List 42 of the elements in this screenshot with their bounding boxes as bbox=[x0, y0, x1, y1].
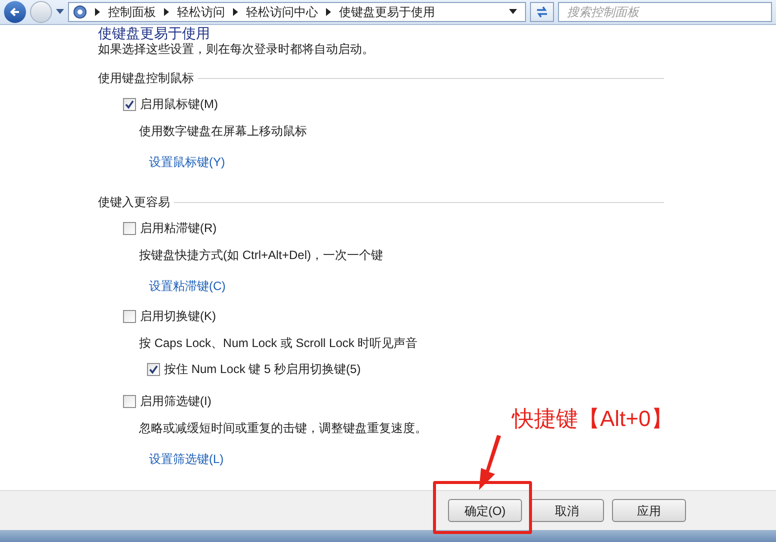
checkbox[interactable] bbox=[123, 98, 136, 110]
refresh-arrows-icon bbox=[535, 6, 549, 18]
search-field[interactable]: 搜索控制面板 bbox=[558, 2, 772, 22]
checkbox-label[interactable]: 启用粘滞键(R) bbox=[140, 219, 217, 237]
checkmark-icon bbox=[149, 364, 158, 374]
checkbox[interactable] bbox=[123, 222, 136, 234]
dropdown-icon[interactable] bbox=[509, 9, 517, 15]
section-heading: 使键入更容易 bbox=[98, 194, 170, 211]
breadcrumb[interactable]: 使键盘更易于使用 bbox=[339, 3, 435, 21]
chevron-icon[interactable] bbox=[233, 8, 238, 16]
checkbox-label[interactable]: 启用鼠标键(M) bbox=[140, 95, 218, 113]
option-description: 按 Caps Lock、Num Lock 或 Scroll Lock 时听见声音 bbox=[138, 335, 418, 352]
section-heading: 使用键盘控制鼠标 bbox=[98, 70, 194, 87]
checkbox[interactable] bbox=[147, 362, 160, 376]
dialog-button[interactable]: 取消 bbox=[530, 499, 604, 522]
checkmark-icon bbox=[125, 100, 134, 108]
address-field[interactable]: 控制面板 轻松访问 轻松访问中心 使键盘更易于使用 bbox=[68, 2, 526, 22]
breadcrumb[interactable]: 轻松访问 bbox=[177, 3, 225, 21]
chevron-icon[interactable] bbox=[95, 8, 100, 16]
refresh-button[interactable] bbox=[530, 2, 554, 22]
dialog-button[interactable]: 应用 bbox=[612, 499, 686, 522]
back-button[interactable] bbox=[4, 1, 26, 23]
checkbox-label[interactable]: 按住 Num Lock 键 5 秒启用切换键(5) bbox=[164, 360, 361, 378]
back-arrow-icon bbox=[9, 6, 21, 18]
checkbox[interactable] bbox=[123, 394, 136, 408]
page-title: 使键盘更易于使用 bbox=[98, 25, 210, 42]
option-description: 忽略或减缓短时间或重复的击键，调整键盘重复速度。 bbox=[138, 420, 427, 437]
option-description: 按键盘快捷方式(如 Ctrl+Alt+Del)，一次一个键 bbox=[138, 247, 384, 264]
settings-link[interactable]: 设置鼠标键(Y) bbox=[123, 153, 225, 171]
chevron-icon[interactable] bbox=[326, 8, 331, 16]
settings-link[interactable]: 设置粘滞键(C) bbox=[123, 277, 226, 295]
option-description: 使用数字键盘在屏幕上移动鼠标 bbox=[138, 123, 307, 140]
checkbox[interactable] bbox=[123, 310, 136, 322]
dialog-button[interactable]: 确定(O) bbox=[448, 499, 522, 522]
annotation-text: 快捷键【Alt+0】 bbox=[512, 408, 673, 430]
breadcrumb[interactable]: 控制面板 bbox=[108, 3, 156, 21]
checkbox-label[interactable]: 启用筛选键(I) bbox=[140, 392, 212, 410]
breadcrumb[interactable]: 轻松访问中心 bbox=[246, 3, 318, 21]
intro-text: 如果选择这些设置，则在每次登录时都将自动启动。 bbox=[98, 42, 375, 57]
settings-link[interactable]: 设置筛选键(L) bbox=[123, 450, 224, 468]
chevron-icon[interactable] bbox=[164, 8, 169, 16]
checkbox-label[interactable]: 启用切换键(K) bbox=[140, 307, 216, 325]
